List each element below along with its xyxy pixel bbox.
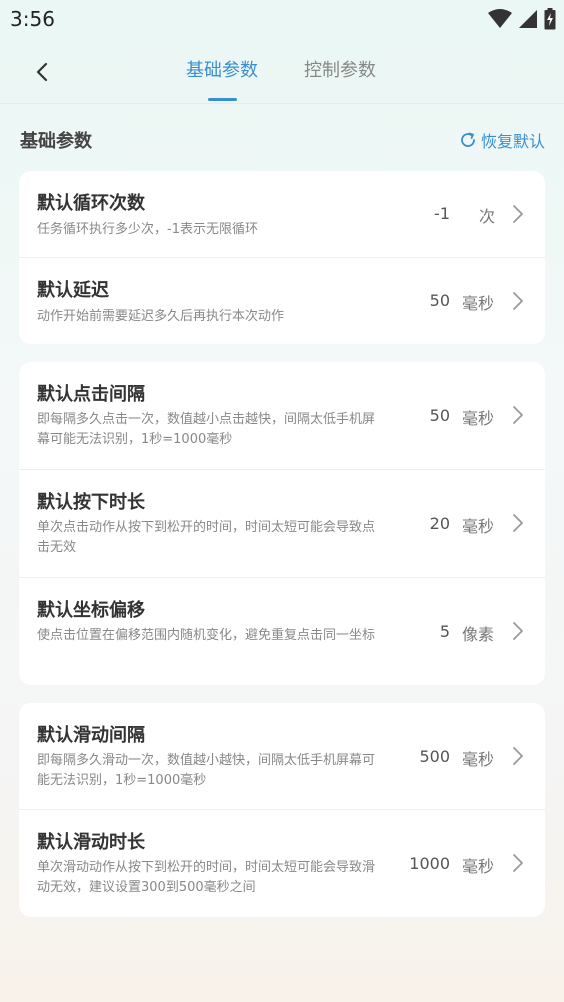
wifi-icon	[488, 9, 512, 28]
setting-unit: 毫秒	[462, 294, 495, 313]
setting-title: 默认循环次数	[37, 193, 145, 214]
tab-basic-params[interactable]: 基础参数	[186, 56, 258, 86]
setting-row-coordinate-offset[interactable]: 默认坐标偏移 使点击位置在偏移范围内随机变化，避免重复点击同一坐标 5 像素	[19, 577, 545, 685]
status-icons	[488, 8, 556, 30]
setting-desc: 使点击位置在偏移范围内随机变化，避免重复点击同一坐标	[37, 628, 376, 643]
setting-value: 5	[439, 622, 450, 641]
setting-unit: 毫秒	[462, 517, 495, 536]
setting-row-click-interval[interactable]: 默认点击间隔 即每隔多久点击一次，数值越小点击越快，间隔太低手机屏幕可能无法识别…	[19, 362, 545, 470]
settings-card-loop: 默认循环次数 任务循环执行多少次，-1表示无限循环 -1 次 默认延迟 动作开始…	[19, 171, 545, 344]
setting-desc: 即每隔多久滑动一次，数值越小越快，间隔太低手机屏幕可能无法识别，1秒=1000毫…	[37, 753, 376, 788]
setting-row-delay[interactable]: 默认延迟 动作开始前需要延迟多久后再执行本次动作 50 毫秒	[19, 257, 545, 344]
setting-desc: 单次滑动动作从按下到松开的时间，时间太短可能会导致滑动无效，建议设置300到50…	[37, 860, 376, 895]
setting-value: 20	[429, 514, 450, 533]
chevron-right-icon	[513, 854, 523, 872]
back-button[interactable]	[24, 54, 60, 90]
refresh-icon	[461, 132, 475, 147]
settings-card-swipe: 默认滑动间隔 即每隔多久滑动一次，数值越小越快，间隔太低手机屏幕可能无法识别，1…	[19, 703, 545, 917]
setting-desc: 即每隔多久点击一次，数值越小点击越快，间隔太低手机屏幕可能无法识别，1秒=100…	[37, 412, 376, 447]
chevron-right-icon	[513, 205, 523, 223]
tab-control-params[interactable]: 控制参数	[304, 56, 376, 86]
setting-unit: 毫秒	[462, 750, 495, 769]
signal-icon	[519, 10, 537, 28]
settings-card-click: 默认点击间隔 即每隔多久点击一次，数值越小点击越快，间隔太低手机屏幕可能无法识别…	[19, 362, 545, 685]
battery-charging-icon	[544, 8, 556, 30]
setting-title: 默认延迟	[37, 280, 109, 301]
chevron-right-icon	[513, 747, 523, 765]
status-bar: 3:56	[0, 0, 564, 40]
status-time: 3:56	[10, 7, 55, 31]
setting-row-swipe-duration[interactable]: 默认滑动时长 单次滑动动作从按下到松开的时间，时间太短可能会导致滑动无效，建议设…	[19, 809, 545, 917]
setting-value: -1	[434, 204, 450, 223]
setting-title: 默认滑动时长	[37, 832, 145, 853]
setting-value: 1000	[409, 854, 450, 873]
setting-desc: 单次点击动作从按下到松开的时间，时间太短可能会导致点击无效	[37, 520, 376, 555]
chevron-right-icon	[513, 292, 523, 310]
setting-title: 默认坐标偏移	[37, 600, 145, 621]
setting-unit: 毫秒	[462, 857, 495, 876]
setting-row-swipe-interval[interactable]: 默认滑动间隔 即每隔多久滑动一次，数值越小越快，间隔太低手机屏幕可能无法识别，1…	[19, 703, 545, 810]
setting-row-loop-count[interactable]: 默认循环次数 任务循环执行多少次，-1表示无限循环 -1 次	[19, 171, 545, 258]
chevron-right-icon	[513, 514, 523, 532]
section-header: 基础参数 恢复默认	[0, 122, 564, 158]
tab-indicator	[208, 98, 237, 101]
chevron-right-icon	[513, 622, 523, 640]
setting-unit: 像素	[462, 625, 495, 644]
setting-title: 默认滑动间隔	[37, 725, 145, 746]
setting-value: 50	[429, 406, 450, 425]
setting-desc: 动作开始前需要延迟多久后再执行本次动作	[37, 309, 285, 324]
chevron-left-icon	[36, 62, 48, 82]
setting-unit: 毫秒	[462, 409, 495, 428]
setting-value: 50	[429, 291, 450, 310]
setting-title: 默认按下时长	[37, 492, 145, 513]
setting-desc: 任务循环执行多少次，-1表示无限循环	[37, 222, 258, 237]
restore-defaults-button[interactable]: 恢复默认	[459, 128, 545, 152]
restore-defaults-label: 恢复默认	[480, 132, 545, 151]
setting-row-press-duration[interactable]: 默认按下时长 单次点击动作从按下到松开的时间，时间太短可能会导致点击无效 20 …	[19, 469, 545, 577]
setting-title: 默认点击间隔	[37, 384, 145, 405]
setting-value: 500	[419, 747, 450, 766]
setting-unit: 次	[479, 207, 496, 226]
chevron-right-icon	[513, 406, 523, 424]
section-title: 基础参数	[20, 131, 92, 152]
nav-bar: 基础参数 控制参数	[0, 40, 564, 104]
